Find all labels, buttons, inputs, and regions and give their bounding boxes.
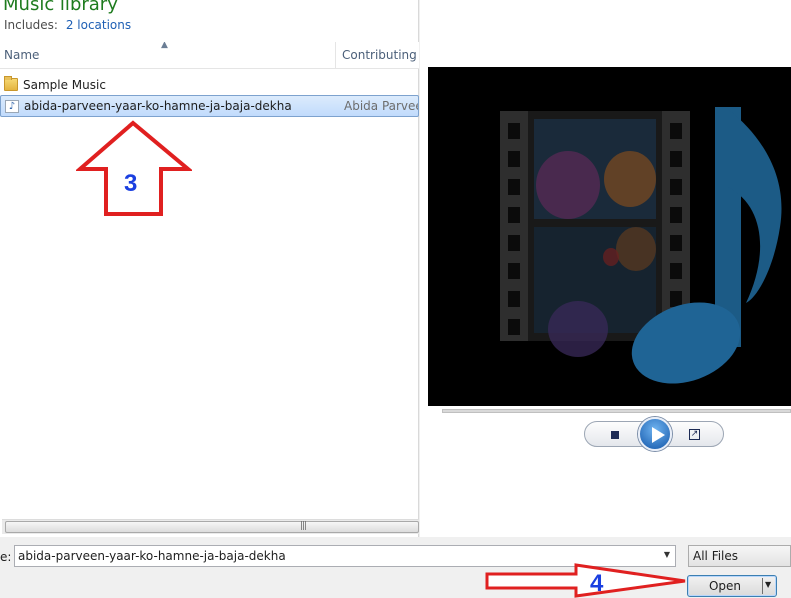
sort-ascending-icon: ▲ xyxy=(161,42,168,50)
play-button[interactable] xyxy=(638,417,672,451)
file-type-value: All Files xyxy=(693,549,739,563)
library-title: Music library xyxy=(3,0,118,15)
column-name-label: Name xyxy=(4,48,40,62)
filename-label: e: xyxy=(0,550,12,564)
open-button-label: Open xyxy=(708,579,742,593)
preview-pane: ↗ xyxy=(420,0,791,537)
scrollbar-thumb[interactable]: ||| xyxy=(5,521,419,533)
file-row-sample-music[interactable]: Sample Music xyxy=(0,74,419,96)
annotation-step-4: 4 xyxy=(590,570,604,597)
file-list-pane: Music library Includes: 2 locations Name… xyxy=(0,0,419,537)
chevron-down-icon[interactable]: ▼ xyxy=(664,550,670,559)
locations-link[interactable]: 2 locations xyxy=(66,18,131,32)
open-player-button[interactable]: ↗ xyxy=(689,429,700,440)
column-header-name[interactable]: Name ▲ xyxy=(0,42,336,69)
column-header-contributing[interactable]: Contributing a xyxy=(338,42,419,69)
seek-bar[interactable] xyxy=(442,409,791,413)
library-includes: Includes: 2 locations xyxy=(4,18,131,32)
folder-icon xyxy=(4,76,18,91)
media-player-logo-icon xyxy=(500,107,782,384)
music-file-icon: ♪ xyxy=(5,100,19,113)
filename-value: abida-parveen-yaar-ko-hamne-ja-baja-dekh… xyxy=(18,549,286,563)
stop-button[interactable] xyxy=(611,431,619,439)
playback-controls: ↗ xyxy=(584,417,724,451)
scrollbar-grip-icon: ||| xyxy=(300,521,307,531)
file-name: abida-parveen-yaar-ko-hamne-ja-baja-dekh… xyxy=(24,99,292,113)
file-type-filter[interactable]: All Files xyxy=(688,545,791,567)
file-contributing-artist: Abida Parveen xyxy=(344,99,418,113)
annotation-step-3: 3 xyxy=(124,170,138,197)
annotation-arrow-right xyxy=(485,563,686,598)
column-contributing-label: Contributing a xyxy=(342,48,419,62)
open-button[interactable]: Open ▼ xyxy=(687,575,777,597)
media-preview-window xyxy=(428,67,791,406)
file-name: Sample Music xyxy=(23,78,106,92)
column-header-bar: Name ▲ Contributing a xyxy=(0,42,419,69)
includes-label: Includes: xyxy=(4,18,58,32)
split-divider xyxy=(762,578,763,594)
chevron-down-icon[interactable]: ▼ xyxy=(765,580,771,589)
horizontal-scrollbar[interactable]: ||| xyxy=(2,519,419,534)
annotation-arrow-up xyxy=(76,120,192,216)
file-row-selected-song[interactable]: ♪ abida-parveen-yaar-ko-hamne-ja-baja-de… xyxy=(0,95,419,117)
